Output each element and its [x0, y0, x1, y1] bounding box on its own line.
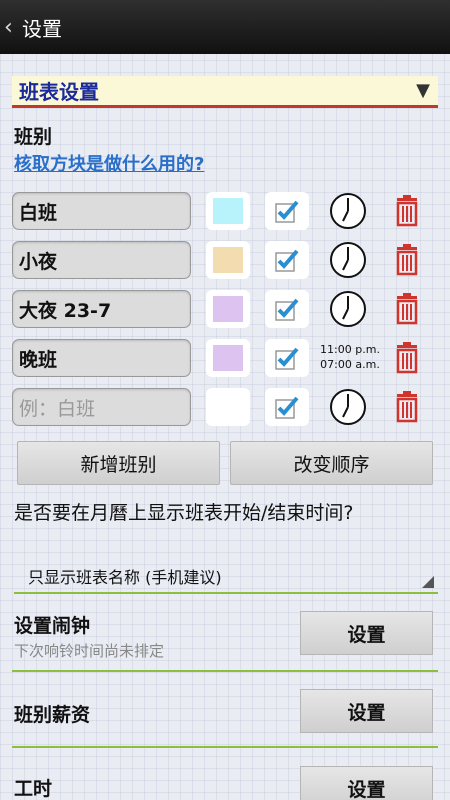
- salary-settings-button[interactable]: 设置: [300, 689, 433, 733]
- hours-settings-button[interactable]: 设置: [300, 766, 433, 800]
- delete-trash-icon[interactable]: [394, 293, 420, 325]
- clock-icon[interactable]: [327, 290, 369, 328]
- color-swatch: [213, 247, 243, 273]
- back-chevron-icon[interactable]: ‹: [4, 15, 18, 40]
- clock-icon[interactable]: [327, 241, 369, 279]
- checkbox-checked-icon: [275, 200, 299, 223]
- checkbox-checked-icon: [275, 298, 299, 321]
- hours-label: 工时: [14, 778, 53, 800]
- shift-row: 小夜: [12, 241, 442, 281]
- shift-name-input[interactable]: 白班: [12, 192, 191, 230]
- color-swatch: [213, 198, 243, 224]
- spinner-selected-value: 只显示班表名称 (手机建议): [28, 568, 222, 587]
- color-swatch: [213, 394, 243, 420]
- shift-color-picker[interactable]: [206, 192, 250, 230]
- section-dropdown-value: 班表设置: [19, 80, 99, 104]
- shift-time-range[interactable]: 11:00 p.m. 07:00 a.m.: [310, 342, 390, 372]
- shift-checkbox[interactable]: [265, 192, 309, 230]
- shift-row-new: 例：白班: [12, 388, 442, 428]
- delete-trash-icon[interactable]: [394, 342, 420, 374]
- color-swatch: [213, 296, 243, 322]
- clock-icon[interactable]: [327, 192, 369, 230]
- shift-row: 大夜 23-7: [12, 290, 442, 330]
- alarm-status: 下次响铃时间尚未排定: [14, 642, 165, 660]
- new-shift-name-input[interactable]: 例：白班: [12, 388, 191, 426]
- shift-name-input[interactable]: 大夜 23-7: [12, 290, 191, 328]
- calendar-display-spinner[interactable]: 只显示班表名称 (手机建议): [14, 560, 438, 594]
- calendar-display-question: 是否要在月曆上显示班表开始/结束时间?: [14, 502, 354, 524]
- alarm-settings-button[interactable]: 设置: [300, 611, 433, 655]
- shift-checkbox[interactable]: [265, 388, 309, 426]
- add-shift-button[interactable]: 新增班别: [17, 441, 220, 485]
- shift-row: 晚班 11:00 p.m. 07:00 a.m.: [12, 339, 442, 379]
- checkbox-help-link[interactable]: 核取方块是做什么用的?: [14, 150, 204, 176]
- dropdown-arrow-icon: ▼: [416, 80, 430, 101]
- shift-checkbox[interactable]: [265, 290, 309, 328]
- shift-end-time: 07:00 a.m.: [320, 358, 380, 371]
- shift-color-picker[interactable]: [206, 339, 250, 377]
- checkbox-checked-icon: [275, 347, 299, 370]
- delete-trash-icon[interactable]: [394, 391, 420, 423]
- clock-icon[interactable]: [327, 388, 369, 426]
- shift-checkbox[interactable]: [265, 339, 309, 377]
- delete-trash-icon[interactable]: [394, 195, 420, 227]
- shift-color-picker[interactable]: [206, 241, 250, 279]
- shift-color-picker[interactable]: [206, 290, 250, 328]
- checkbox-checked-icon: [275, 396, 299, 419]
- shift-name-input[interactable]: 晚班: [12, 339, 191, 377]
- checkbox-checked-icon: [275, 249, 299, 272]
- page-title[interactable]: 设置: [22, 13, 62, 42]
- app-bar: ‹ 设置: [0, 0, 450, 54]
- divider: [12, 746, 438, 748]
- shift-row: 白班: [12, 192, 442, 232]
- delete-trash-icon[interactable]: [394, 244, 420, 276]
- color-swatch: [213, 345, 243, 371]
- divider: [12, 670, 438, 672]
- spinner-corner-icon: [422, 576, 434, 588]
- shift-start-time: 11:00 p.m.: [320, 343, 380, 356]
- shift-color-picker[interactable]: [206, 388, 250, 426]
- shift-name-input[interactable]: 小夜: [12, 241, 191, 279]
- shifts-heading: 班别: [14, 126, 53, 148]
- alarm-label: 设置闹钟: [14, 615, 91, 637]
- salary-label: 班别薪资: [14, 704, 91, 726]
- reorder-button[interactable]: 改变顺序: [230, 441, 433, 485]
- section-dropdown[interactable]: 班表设置 ▼: [12, 76, 438, 108]
- shift-checkbox[interactable]: [265, 241, 309, 279]
